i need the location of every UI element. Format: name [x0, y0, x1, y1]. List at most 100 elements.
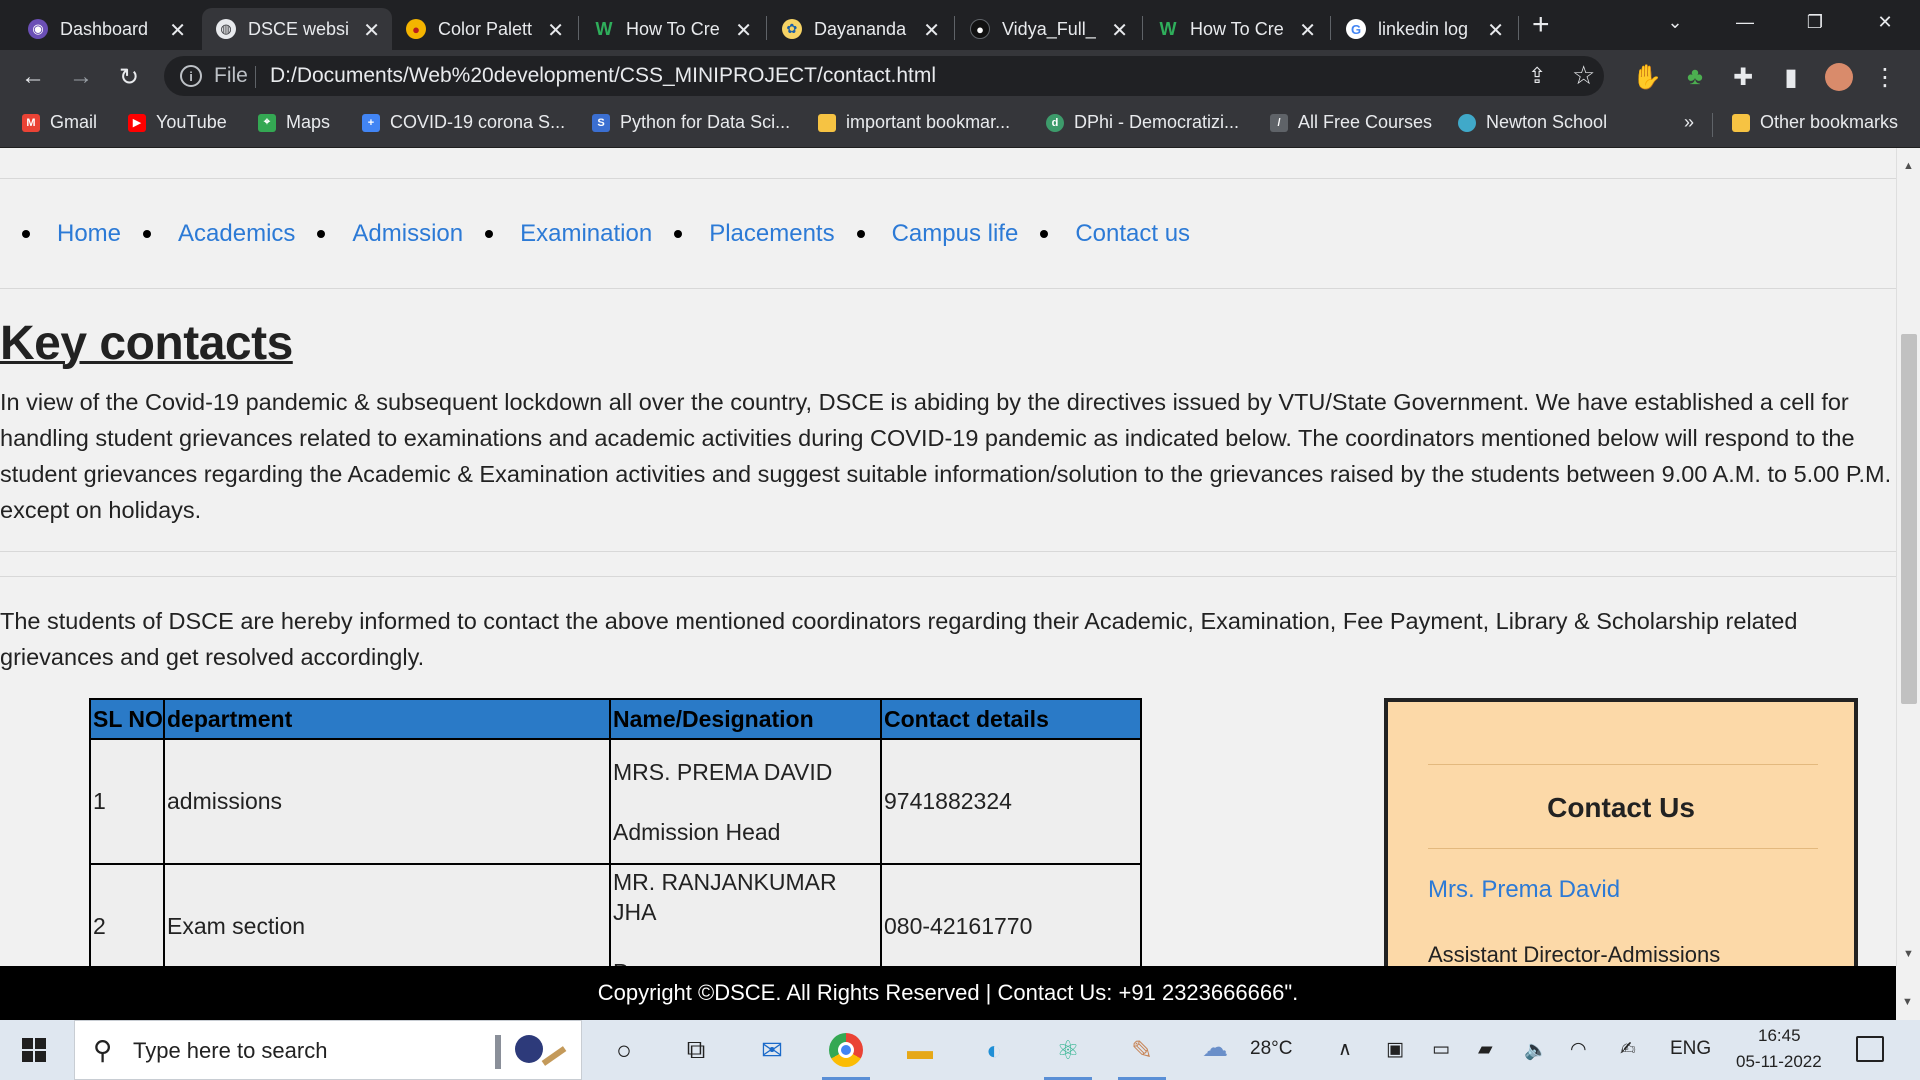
display-icon[interactable]: ▭: [1432, 1038, 1450, 1061]
extensions-puzzle-icon[interactable]: ✚: [1726, 60, 1760, 94]
main-navigation: Home Academics Admission Examination Placeme…: [22, 220, 1212, 248]
tab-dsce-website[interactable]: ◍ DSCE websi ✕: [202, 8, 392, 50]
clock-time[interactable]: 16:45: [1758, 1026, 1801, 1046]
bookmark-newton-school[interactable]: Newton School: [1458, 112, 1607, 133]
close-tab-icon[interactable]: ✕: [363, 18, 380, 43]
tab-search-icon[interactable]: ⌄: [1640, 0, 1710, 44]
restore-button[interactable]: ❐: [1780, 0, 1850, 44]
close-tab-icon[interactable]: ✕: [169, 18, 186, 43]
close-tab-icon[interactable]: ✕: [547, 18, 564, 43]
w-icon: W: [595, 18, 613, 39]
battery-icon[interactable]: ▰: [1478, 1038, 1493, 1061]
taskbar-search-box[interactable]: ⚲ Type here to search: [74, 1020, 582, 1080]
side-panel-icon[interactable]: ▮: [1774, 60, 1808, 94]
browser-tab-strip: ◉ Dashboard ✕ ◍ DSCE websi ✕ ● Color Pal…: [0, 0, 1920, 50]
weather-temperature[interactable]: 28°C: [1250, 1038, 1292, 1060]
tab-vidya-full[interactable]: ● Vidya_Full_ ✕: [956, 8, 1140, 50]
bookmark-free-courses[interactable]: / All Free Courses: [1270, 112, 1432, 133]
tab-separator: [766, 16, 767, 40]
tab-linkedin-login[interactable]: G linkedin log ✕: [1332, 8, 1516, 50]
tab-how-to-create-1[interactable]: W How To Cre ✕: [580, 8, 764, 50]
page-scrollbar[interactable]: ▲ ▼: [1896, 148, 1920, 966]
new-tab-button[interactable]: +: [1532, 8, 1550, 42]
nav-link[interactable]: Home: [57, 220, 121, 248]
nav-link[interactable]: Examination: [520, 220, 652, 248]
bookmark-star-icon[interactable]: ☆: [1572, 60, 1595, 91]
close-tab-icon[interactable]: ✕: [735, 18, 752, 43]
close-window-button[interactable]: ✕: [1850, 0, 1920, 44]
edge-icon[interactable]: ◐: [974, 1030, 1014, 1070]
nav-link[interactable]: Admission: [352, 220, 463, 248]
close-tab-icon[interactable]: ✕: [1111, 18, 1128, 43]
pen-icon[interactable]: ✍: [1620, 1038, 1636, 1061]
close-tab-icon[interactable]: ✕: [923, 18, 940, 43]
tab-dayananda[interactable]: ✿ Dayananda ✕: [768, 8, 952, 50]
bookmark-youtube[interactable]: ▶ YouTube: [128, 112, 227, 133]
close-tab-icon[interactable]: ✕: [1299, 18, 1316, 43]
close-tab-icon[interactable]: ✕: [1487, 18, 1504, 43]
info-icon[interactable]: i: [180, 65, 202, 87]
chrome-taskbar-icon[interactable]: [822, 1030, 870, 1080]
nav-link[interactable]: Contact us: [1075, 220, 1190, 248]
palette-icon: ●: [406, 19, 426, 39]
bookmark-covid[interactable]: + COVID-19 corona S...: [362, 112, 565, 133]
maps-icon: ⌖: [258, 113, 276, 132]
volume-icon[interactable]: 🔈: [1524, 1038, 1548, 1062]
nav-link[interactable]: Academics: [178, 220, 295, 248]
task-view-icon[interactable]: ⧉: [676, 1030, 716, 1070]
paint-icon[interactable]: ✎: [1118, 1030, 1166, 1080]
wifi-icon[interactable]: ◠: [1570, 1038, 1587, 1061]
tab-dashboard[interactable]: ◉ Dashboard ✕: [14, 8, 198, 50]
window-controls: ⌄ — ❐ ✕: [1640, 0, 1920, 44]
tab-color-palette[interactable]: ● Color Palett ✕: [392, 8, 576, 50]
contact-person-link[interactable]: Mrs. Prema David: [1428, 876, 1620, 904]
tab-title: DSCE websi: [248, 18, 348, 39]
list-bullet-icon: [674, 230, 683, 238]
address-url[interactable]: D:/Documents/Web%20development/CSS_MINIP…: [270, 64, 936, 88]
tab-how-to-create-2[interactable]: W How To Cre ✕: [1144, 8, 1328, 50]
github-icon: ●: [970, 19, 990, 39]
scroll-down-arrow-icon[interactable]: ▼: [1903, 948, 1914, 960]
meet-now-icon[interactable]: ▣: [1386, 1038, 1404, 1061]
atom-editor-icon[interactable]: ⚛: [1044, 1030, 1092, 1080]
scrollbar-thumb[interactable]: [1901, 334, 1917, 704]
clock-date[interactable]: 05-11-2022: [1736, 1052, 1822, 1072]
tree-extension-icon[interactable]: ♣: [1678, 60, 1712, 94]
back-button[interactable]: ←: [16, 60, 50, 94]
notification-center-icon[interactable]: [1856, 1036, 1884, 1062]
bookmark-maps[interactable]: ⌖ Maps: [258, 112, 330, 133]
bookmark-label: DPhi - Democratizi...: [1074, 112, 1240, 132]
minimize-button[interactable]: —: [1710, 0, 1780, 44]
bookmarks-overflow-button[interactable]: »: [1684, 112, 1694, 133]
folder-icon: [1732, 113, 1750, 132]
bookmark-label: COVID-19 corona S...: [390, 112, 566, 132]
weather-cloud-icon[interactable]: ☁: [1202, 1032, 1228, 1063]
tab-title: How To Cre: [626, 18, 720, 39]
windows-start-button[interactable]: [22, 1038, 46, 1062]
table-header-row: SL NO department Name/Designation Contac…: [89, 698, 1142, 740]
forward-button[interactable]: →: [64, 60, 98, 94]
file-explorer-icon[interactable]: ▬: [900, 1030, 940, 1070]
share-icon[interactable]: ⇪: [1528, 63, 1546, 89]
language-indicator[interactable]: ENG: [1670, 1038, 1711, 1060]
reload-button[interactable]: ↻: [112, 60, 146, 94]
table-header-cell: SL NO: [89, 698, 165, 740]
adblock-extension-icon[interactable]: ✋: [1630, 60, 1664, 94]
bookmark-dphi[interactable]: d DPhi - Democratizi...: [1046, 112, 1239, 133]
chrome-menu-icon[interactable]: ⋮: [1868, 60, 1902, 94]
bookmark-python[interactable]: S Python for Data Sci...: [592, 112, 790, 133]
profile-avatar[interactable]: [1822, 60, 1856, 94]
show-hidden-icons-chevron-icon[interactable]: ∧: [1338, 1038, 1352, 1061]
cortana-icon[interactable]: ○: [604, 1030, 644, 1070]
mail-icon[interactable]: ✉: [752, 1030, 792, 1070]
nav-link[interactable]: Placements: [709, 220, 834, 248]
address-bar[interactable]: i File D:/Documents/Web%20development/CS…: [164, 56, 1604, 96]
scroll-down-arrow-icon[interactable]: ▼: [1902, 996, 1913, 1008]
sl-no-cell: 2: [89, 863, 165, 966]
nav-link[interactable]: Campus life: [892, 220, 1019, 248]
bookmark-other-bookmarks[interactable]: Other bookmarks: [1732, 112, 1898, 133]
bookmark-important[interactable]: important bookmar...: [818, 112, 1010, 133]
scroll-up-arrow-icon[interactable]: ▲: [1903, 160, 1914, 172]
bookmark-gmail[interactable]: M Gmail: [22, 112, 97, 133]
covid-icon: +: [362, 113, 380, 132]
